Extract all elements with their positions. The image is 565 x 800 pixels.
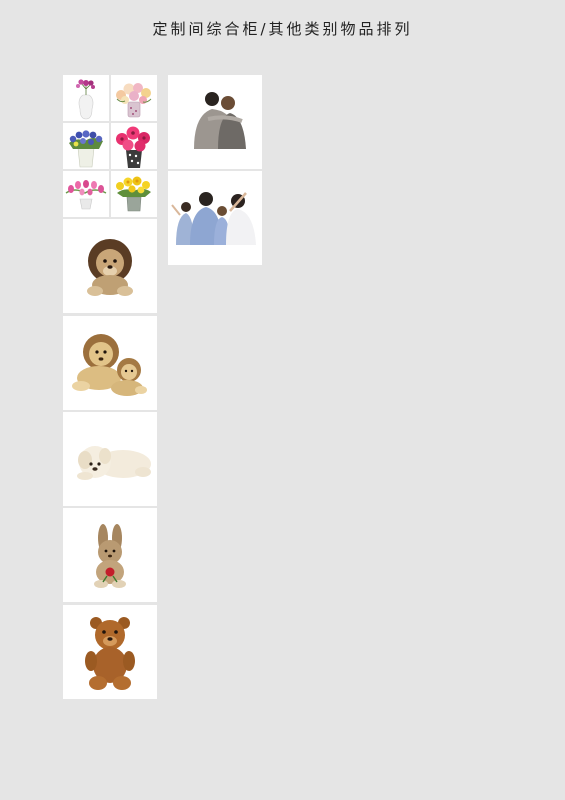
plush-teddy-bear-icon [85, 617, 135, 690]
people-item-1[interactable] [168, 75, 262, 169]
vase-mixed-flowers-icon [116, 83, 152, 118]
flower-item-2[interactable] [111, 75, 157, 121]
vase-pink-gerbera-icon [116, 126, 150, 168]
vase-yellow-daffodils-icon [116, 176, 151, 212]
plush-item-3[interactable] [63, 412, 157, 506]
flower-item-6[interactable] [111, 171, 157, 217]
plush-bunny-icon [94, 524, 126, 588]
couple-from-behind-icon [194, 92, 246, 149]
plush-item-1[interactable] [63, 219, 157, 313]
page-title: 定制间综合柜/其他类别物品排列 [152, 20, 413, 38]
flower-item-5[interactable] [63, 171, 109, 217]
plush-item-4[interactable] [63, 508, 157, 602]
vase-blue-flowers-icon [69, 130, 103, 168]
plush-item-5[interactable] [63, 605, 157, 699]
plush-lion-pair-icon [72, 334, 147, 396]
flower-item-4[interactable] [111, 123, 157, 169]
vase-pink-orchid-icon [76, 79, 95, 120]
plush-item-2[interactable] [63, 316, 157, 410]
people-item-2[interactable] [168, 171, 262, 265]
flower-item-3[interactable] [63, 123, 109, 169]
family-from-behind-icon [171, 192, 256, 245]
flower-item-1[interactable] [63, 75, 109, 121]
vase-pink-tulips-icon [65, 180, 107, 210]
plush-lion-icon [87, 239, 133, 296]
plush-white-dog-icon [77, 446, 151, 480]
